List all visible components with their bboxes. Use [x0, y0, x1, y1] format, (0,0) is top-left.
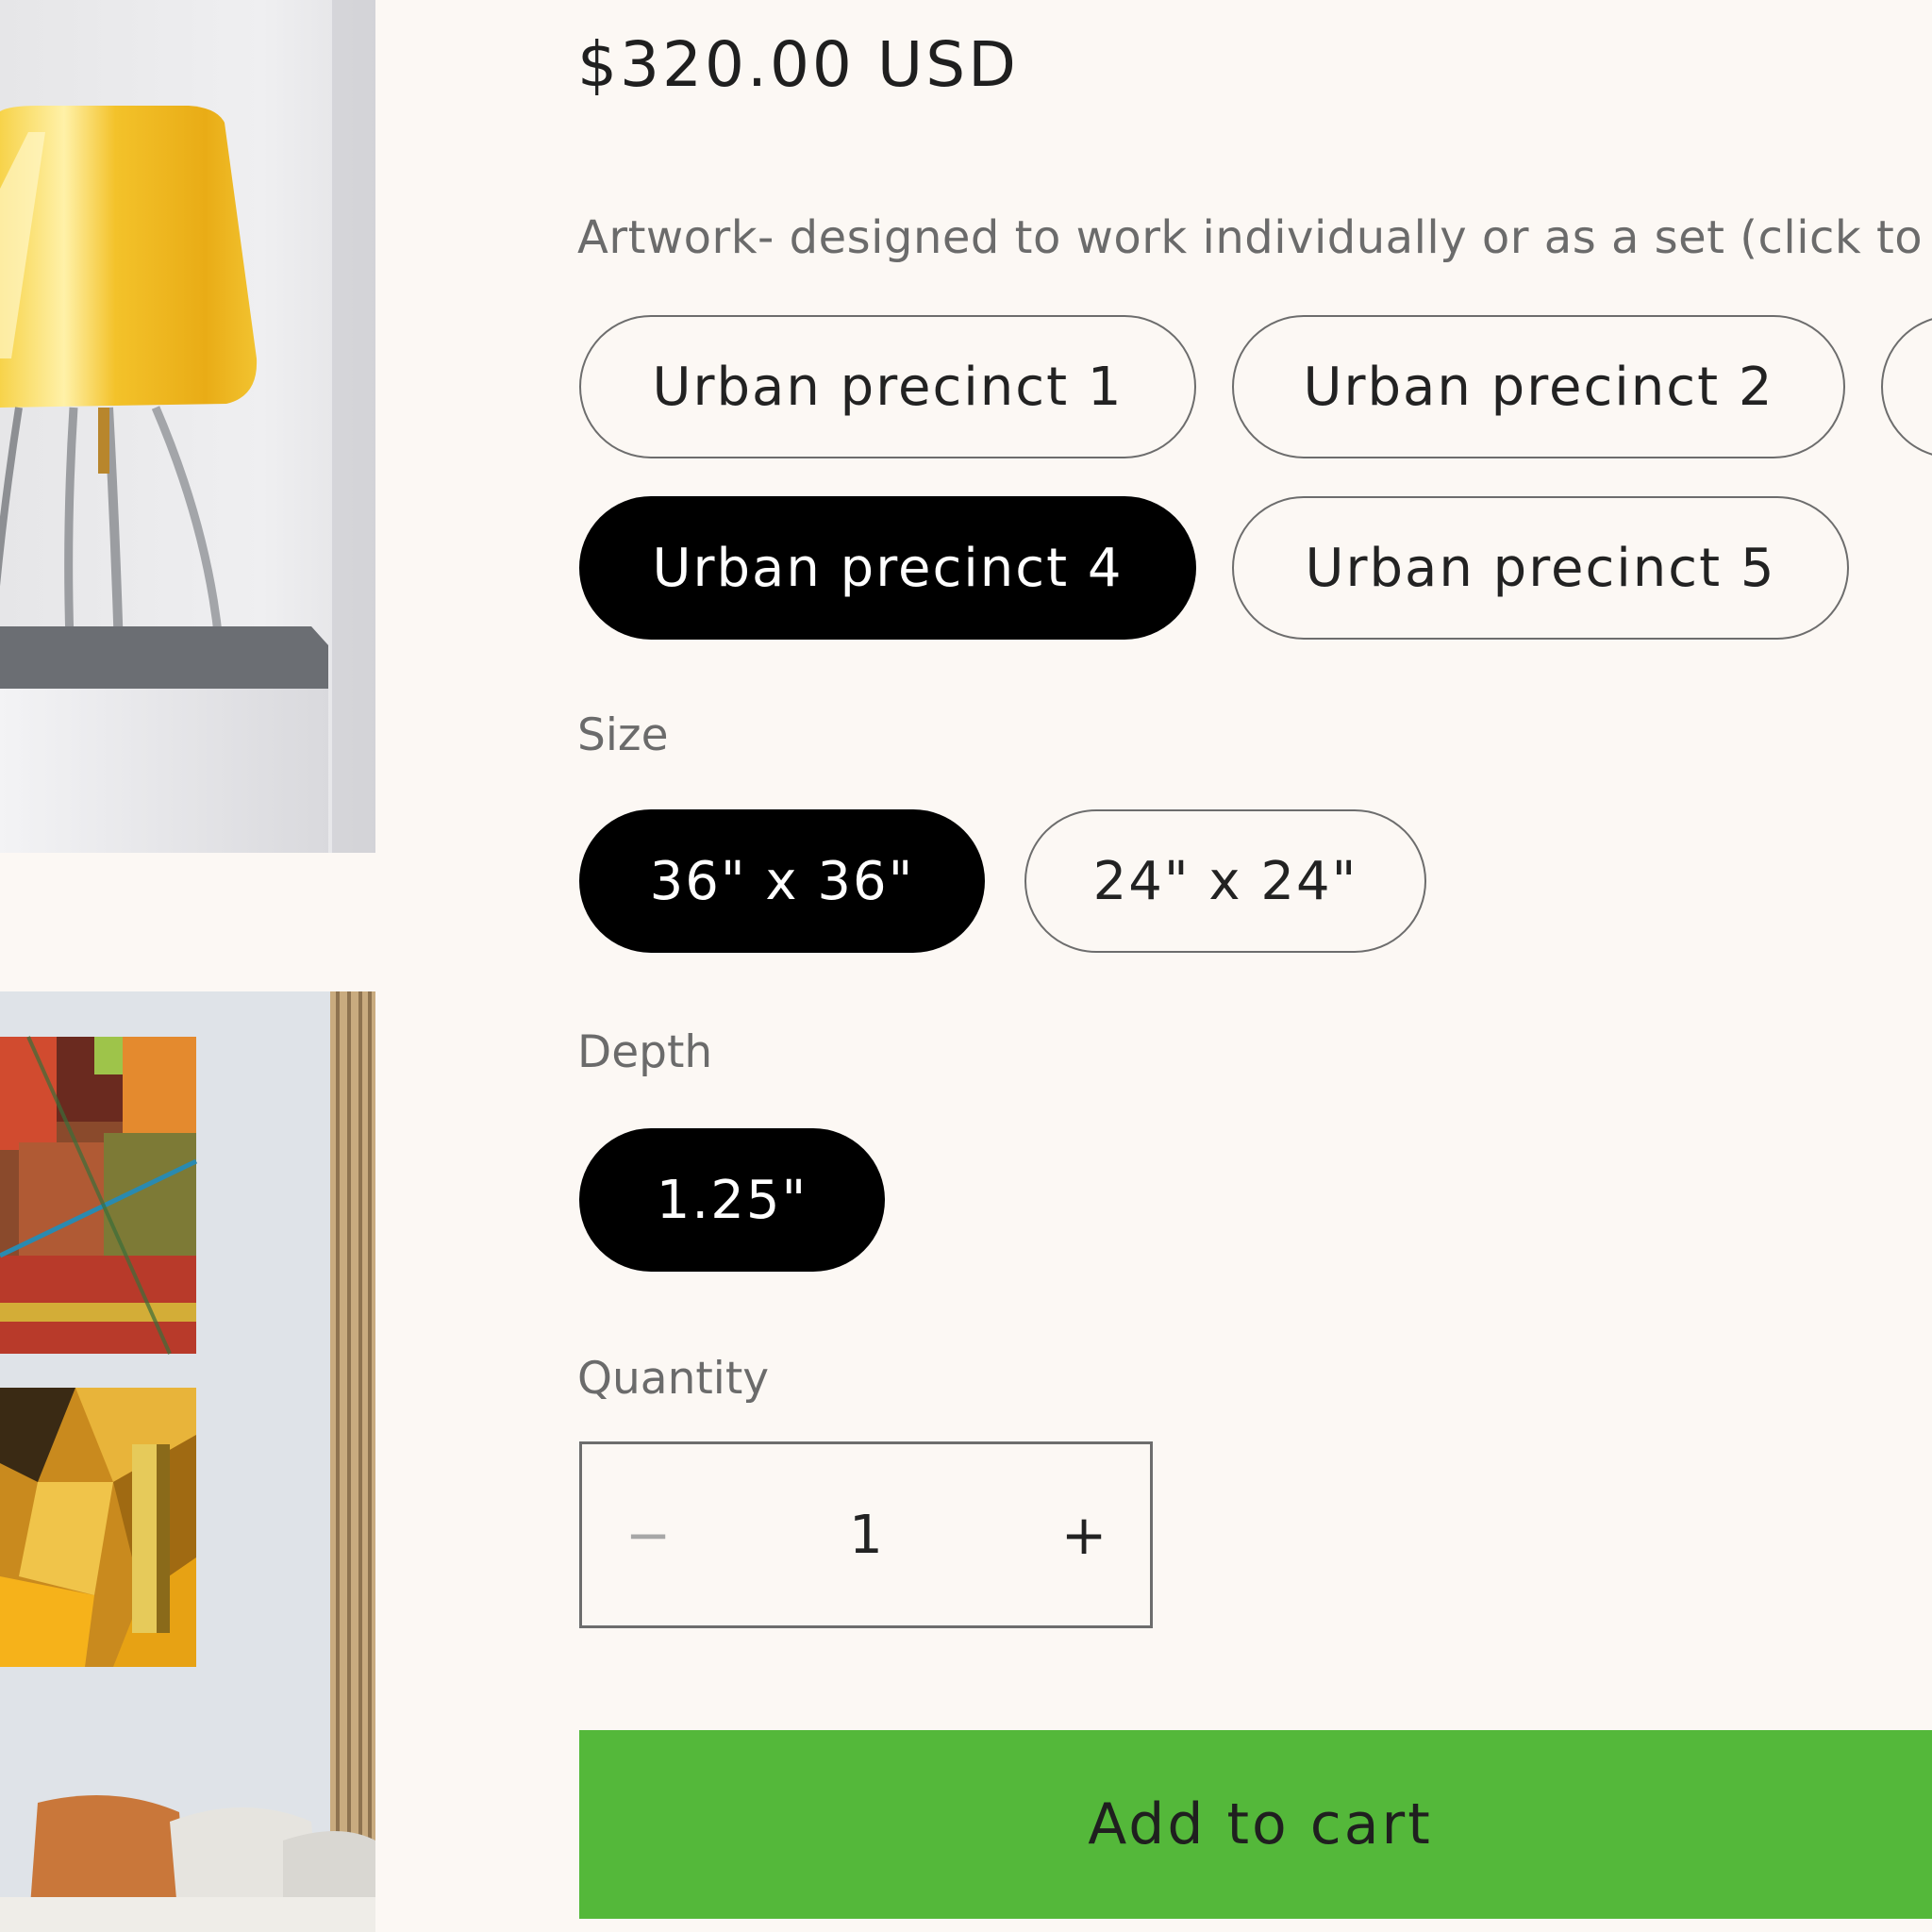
add-to-cart-button[interactable]: Add to cart [579, 1730, 1932, 1919]
depth-option-1-25[interactable]: 1.25" [579, 1128, 885, 1272]
add-to-cart-label: Add to cart [1088, 1791, 1433, 1857]
size-option-24x24[interactable]: 24" x 24" [1024, 809, 1426, 953]
pill-label: 1.25" [656, 1169, 808, 1231]
product-price: $320.00 USD [577, 28, 1019, 101]
product-image-wall-art[interactable] [0, 991, 375, 1932]
depth-option-label: Depth [577, 1026, 713, 1078]
plus-icon: + [1060, 1503, 1108, 1567]
yellow-lamp-photo [0, 0, 375, 853]
artwork-option-urban-precinct-5[interactable]: Urban precinct 5 [1232, 496, 1849, 640]
artwork-option-urban-precinct-4[interactable]: Urban precinct 4 [579, 496, 1196, 640]
minus-icon: − [625, 1503, 672, 1567]
product-page: $320.00 USD Artwork- designed to work in… [0, 0, 1932, 1932]
size-option-36x36[interactable]: 36" x 36" [579, 809, 985, 953]
quantity-input[interactable]: 1 [714, 1444, 1018, 1625]
pill-label: Urban precinct 1 [652, 356, 1124, 418]
artwork-option-urban-precinct-2[interactable]: Urban precinct 2 [1232, 315, 1845, 458]
pill-label: Urban precinct 4 [652, 537, 1124, 599]
artwork-option-urban-precinct-1[interactable]: Urban precinct 1 [579, 315, 1196, 458]
pill-label: 24" x 24" [1092, 850, 1358, 912]
quantity-increase-button[interactable]: + [1018, 1444, 1150, 1625]
wall-art-photo [0, 991, 375, 1932]
artwork-option-urban-precinct-3[interactable] [1881, 315, 1932, 458]
quantity-decrease-button[interactable]: − [582, 1444, 714, 1625]
pill-label: Urban precinct 2 [1303, 356, 1774, 418]
quantity-label: Quantity [577, 1353, 770, 1405]
product-image-lamp[interactable] [0, 0, 375, 853]
size-option-label: Size [577, 709, 669, 761]
pill-label: 36" x 36" [649, 850, 915, 912]
pill-label: Urban precinct 5 [1305, 537, 1776, 599]
artwork-option-label: Artwork- designed to work individually o… [577, 211, 1932, 264]
quantity-stepper: − 1 + [579, 1441, 1153, 1628]
